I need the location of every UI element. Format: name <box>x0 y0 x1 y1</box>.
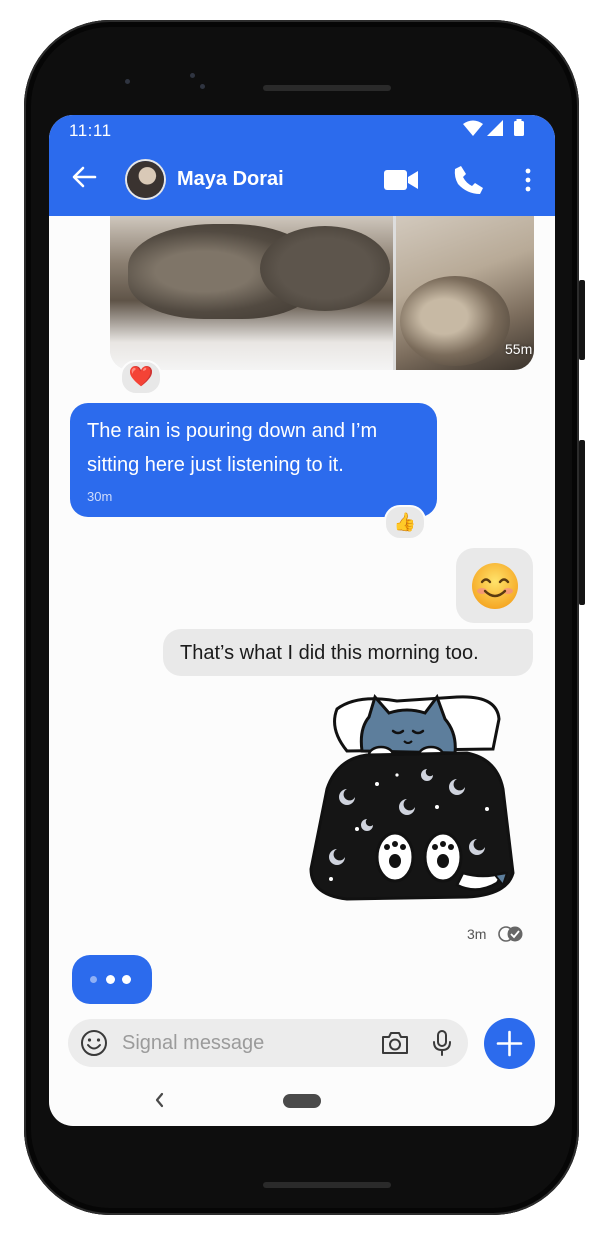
front-camera <box>190 73 195 78</box>
heart-reaction[interactable]: ❤️ <box>120 360 162 395</box>
message-input[interactable] <box>122 1031 342 1055</box>
outgoing-emoji-bubble[interactable] <box>456 548 533 623</box>
cat-photo-1-body <box>260 226 390 311</box>
nav-back-icon[interactable] <box>152 1089 166 1116</box>
front-sensor <box>200 84 205 89</box>
read-receipt-icon <box>498 925 524 948</box>
back-arrow-icon[interactable] <box>71 165 97 194</box>
photo-album-message[interactable]: 55m <box>110 216 534 370</box>
attach-plus-button[interactable] <box>484 1018 535 1069</box>
more-vertical-icon[interactable] <box>524 168 532 197</box>
cat-photo-2-subject <box>400 276 510 366</box>
avatar[interactable] <box>127 161 164 198</box>
message-text: That’s what I did this morning too. <box>180 642 479 664</box>
voice-call-icon[interactable] <box>453 164 485 201</box>
volume-button <box>579 440 585 605</box>
outgoing-message-bubble[interactable]: That’s what I did this morning too. <box>163 629 533 676</box>
nav-home-pill[interactable] <box>283 1094 321 1108</box>
thumbs-up-reaction[interactable]: 👍 <box>384 505 426 540</box>
message-composer <box>68 1019 468 1067</box>
incoming-message-bubble[interactable]: The rain is pouring down and I’m sitting… <box>70 403 437 517</box>
photo-timestamp: 55m <box>505 341 533 357</box>
status-time: 11:11 <box>69 121 112 140</box>
sticker-timestamp: 3m <box>467 926 487 942</box>
typing-dot <box>122 975 131 984</box>
typing-dot <box>90 976 97 983</box>
wifi-icon <box>463 120 483 136</box>
conversation-header: 11:11 Maya Dorai <box>49 115 555 216</box>
microphone-icon[interactable] <box>431 1029 453 1062</box>
conversation-title[interactable]: Maya Dorai <box>177 168 284 191</box>
signal-icon <box>487 120 503 136</box>
sleeping-cat-sticker[interactable] <box>307 689 519 914</box>
status-icons <box>461 119 529 142</box>
typing-dot <box>106 975 115 984</box>
message-text-line-2: sitting here just listening to it. <box>87 454 344 476</box>
smiling-face-emoji-icon <box>472 563 518 609</box>
typing-indicator <box>72 955 152 1004</box>
message-text-line-1: The rain is pouring down and I’m <box>87 420 378 442</box>
proximity-sensor <box>125 79 130 84</box>
message-timestamp: 30m <box>87 489 113 504</box>
camera-icon[interactable] <box>380 1030 410 1061</box>
earpiece-speaker <box>263 85 391 91</box>
screen: 11:11 Maya Dorai 55m ❤️ The rain is pour… <box>49 115 555 1126</box>
power-button <box>579 280 585 360</box>
plus-icon <box>496 1030 523 1057</box>
video-call-icon[interactable] <box>383 167 419 198</box>
battery-icon <box>514 121 524 136</box>
emoji-picker-icon[interactable] <box>80 1029 108 1062</box>
bottom-speaker <box>263 1182 391 1188</box>
